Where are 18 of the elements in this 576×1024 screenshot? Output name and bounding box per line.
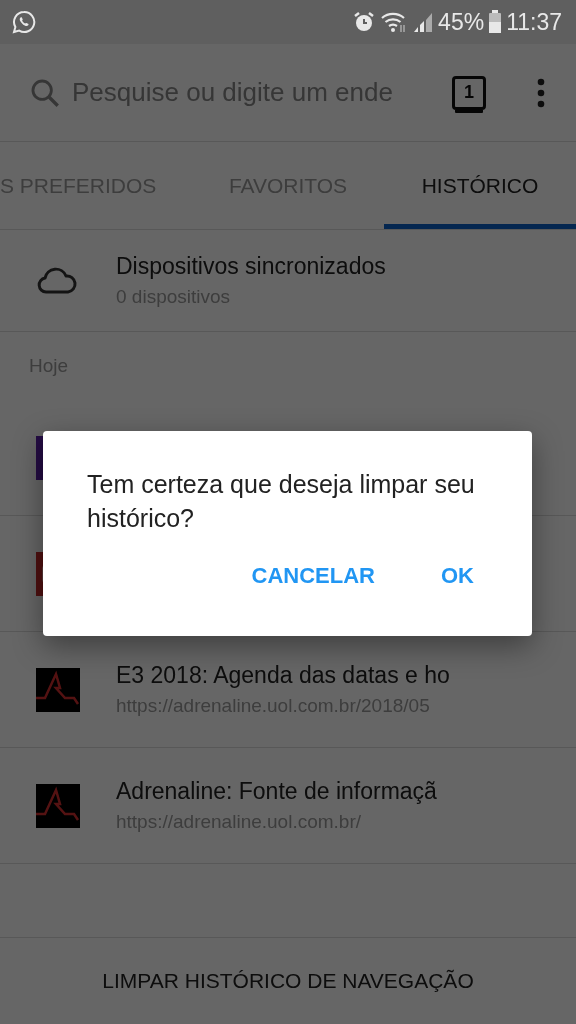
chat-bubble-icon — [12, 10, 36, 34]
row-title: Dispositivos sincronizados — [116, 253, 386, 280]
dialog-button[interactable]: CANCELAR — [233, 557, 393, 595]
tab-count-button[interactable]: 1 — [452, 75, 486, 110]
overflow-menu-icon — [536, 77, 546, 108]
tab[interactable]: HISTÓRICO — [384, 142, 576, 229]
cloud-icon — [36, 266, 78, 295]
clock-time: 11:37 — [506, 8, 562, 36]
dialog-message: Tem certeza que deseja limpar seu histórico? — [87, 469, 476, 534]
row-title: E3 2018: Agenda das datas e ho — [116, 662, 450, 689]
site-icon — [36, 667, 80, 712]
site-icon — [36, 783, 80, 828]
dialog-button[interactable]: OK — [423, 557, 492, 595]
battery-icon — [488, 10, 503, 34]
clear-history-button[interactable]: LIMPAR HISTÓRICO DE NAVEGAÇÃO — [94, 963, 482, 999]
row-title: Adrenaline: Fonte de informaçã — [116, 778, 437, 805]
battery-percentage: 45% — [438, 8, 485, 36]
signal-icon — [412, 11, 435, 33]
